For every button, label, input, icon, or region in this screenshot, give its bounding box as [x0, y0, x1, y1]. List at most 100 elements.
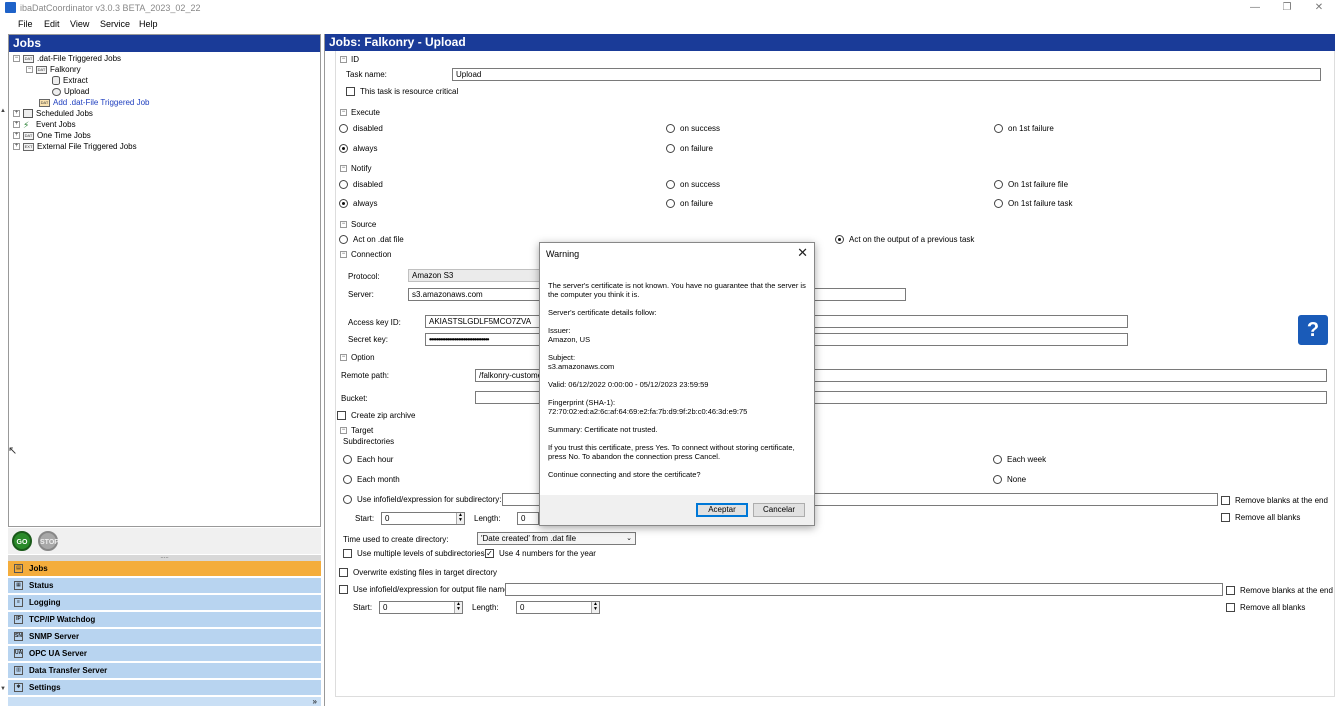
execute-always-radio[interactable]: always	[339, 144, 377, 153]
time-used-select[interactable]: 'Date created' from .dat file ⌄	[477, 532, 636, 545]
target-group-title[interactable]: − Target	[340, 426, 373, 435]
accept-button[interactable]: Aceptar	[696, 503, 748, 517]
menu-edit[interactable]: Edit	[44, 19, 60, 29]
act-on-dat-radio[interactable]: Act on .dat file	[339, 235, 404, 244]
notify-on-1st-failure-task-radio[interactable]: On 1st failure task	[994, 199, 1072, 208]
notify-on-1st-failure-file-radio[interactable]: On 1st failure file	[994, 180, 1068, 189]
checkbox-box[interactable]	[1221, 513, 1230, 522]
radio-dot[interactable]	[666, 124, 675, 133]
execute-disabled-radio[interactable]: disabled	[339, 124, 383, 133]
radio-dot[interactable]	[666, 199, 675, 208]
collapse-icon[interactable]: −	[340, 354, 347, 361]
checkbox-box[interactable]	[343, 549, 352, 558]
checkbox-box[interactable]	[337, 411, 346, 420]
cancel-button[interactable]: Cancelar	[753, 503, 805, 517]
radio-dot[interactable]	[993, 455, 1002, 464]
protocol-select[interactable]: Amazon S3	[408, 269, 540, 282]
use-infofield-output-checkbox[interactable]: Use infofield/expression for output file…	[339, 585, 511, 594]
go-button[interactable]: GO	[12, 531, 32, 551]
each-month-radio[interactable]: Each month	[343, 475, 400, 484]
menu-file[interactable]: File	[18, 19, 33, 29]
task-name-input[interactable]: Upload	[452, 68, 1321, 81]
nav-logging[interactable]: ≡ Logging	[8, 595, 321, 611]
tree-item-dat-triggered-jobs[interactable]: − DAT .dat-File Triggered Jobs	[13, 54, 121, 63]
each-hour-radio[interactable]: Each hour	[343, 455, 393, 464]
radio-dot[interactable]	[339, 235, 348, 244]
output-expression-input[interactable]	[505, 583, 1223, 596]
nav-more-button[interactable]: »	[8, 697, 321, 706]
connection-group-title[interactable]: − Connection	[340, 250, 391, 259]
execute-group-title[interactable]: − Execute	[340, 108, 380, 117]
nav-status[interactable]: ▦ Status	[8, 578, 321, 594]
help-button[interactable]: ?	[1298, 315, 1328, 345]
checkbox-box[interactable]	[339, 585, 348, 594]
nav-tcpip-watchdog[interactable]: IP TCP/IP Watchdog	[8, 612, 321, 628]
nav-data-transfer-server[interactable]: ▥ Data Transfer Server	[8, 663, 321, 679]
radio-dot[interactable]	[994, 199, 1003, 208]
collapse-icon[interactable]: −	[340, 221, 347, 228]
collapse-icon[interactable]: −	[340, 109, 347, 116]
id-group-title[interactable]: − ID	[340, 55, 359, 64]
nav-jobs[interactable]: ▤ Jobs	[8, 561, 321, 577]
spin-arrows-icon[interactable]: ▲ ▼	[454, 602, 462, 613]
collapse-icon[interactable]: −	[340, 427, 347, 434]
radio-dot[interactable]	[994, 124, 1003, 133]
zip-archive-checkbox[interactable]: Create zip archive	[337, 411, 415, 420]
source-group-title[interactable]: − Source	[340, 220, 376, 229]
remove-all-blanks-2-checkbox[interactable]: Remove all blanks	[1226, 603, 1305, 612]
notify-disabled-radio[interactable]: disabled	[339, 180, 383, 189]
radio-dot[interactable]	[666, 180, 675, 189]
menu-view[interactable]: View	[70, 19, 89, 29]
radio-dot[interactable]	[343, 455, 352, 464]
chevron-down-icon[interactable]: ⌄	[626, 533, 632, 544]
collapse-icon[interactable]: −	[340, 56, 347, 63]
radio-dot[interactable]	[343, 495, 352, 504]
dialog-close-icon[interactable]: ✕	[797, 245, 808, 261]
tree-item-upload[interactable]: Upload	[52, 87, 89, 96]
tree-item-event-jobs[interactable]: + ⚡ Event Jobs	[13, 120, 76, 129]
notify-group-title[interactable]: − Notify	[340, 164, 371, 173]
radio-dot[interactable]	[339, 124, 348, 133]
tree-item-add-job[interactable]: DAT Add .dat-File Triggered Job	[39, 98, 150, 107]
expand-icon[interactable]: +	[13, 110, 20, 117]
notify-on-success-radio[interactable]: on success	[666, 180, 720, 189]
expand-icon[interactable]: +	[13, 132, 20, 139]
none-radio[interactable]: None	[993, 475, 1026, 484]
start-input[interactable]: 0 ▲ ▼	[381, 512, 465, 525]
tree-label[interactable]: Add .dat-File Triggered Job	[53, 98, 150, 107]
radio-dot[interactable]	[993, 475, 1002, 484]
resource-critical-checkbox[interactable]: This task is resource critical	[346, 87, 458, 96]
stop-button[interactable]: STOP	[38, 531, 59, 551]
remove-blanks-end-checkbox[interactable]: Remove blanks at the end	[1221, 496, 1328, 505]
collapse-icon[interactable]: −	[26, 66, 33, 73]
tree-item-falkonry[interactable]: − DAT Falkonry	[26, 65, 81, 74]
checkbox-box[interactable]	[1221, 496, 1230, 505]
menu-service[interactable]: Service	[100, 19, 130, 29]
notify-on-failure-radio[interactable]: on failure	[666, 199, 713, 208]
menu-help[interactable]: Help	[139, 19, 158, 29]
execute-on-success-radio[interactable]: on success	[666, 124, 720, 133]
remove-blanks-end-2-checkbox[interactable]: Remove blanks at the end	[1226, 586, 1333, 595]
tree-item-external-jobs[interactable]: + EXT External File Triggered Jobs	[13, 142, 137, 151]
start-2-input[interactable]: 0 ▲ ▼	[379, 601, 463, 614]
checkbox-box[interactable]	[1226, 603, 1235, 612]
overwrite-checkbox[interactable]: Overwrite existing files in target direc…	[339, 568, 497, 577]
checkbox-box[interactable]	[1226, 586, 1235, 595]
radio-dot[interactable]	[994, 180, 1003, 189]
checkbox-box[interactable]: ✓	[485, 549, 494, 558]
use-infofield-subdir-radio[interactable]: Use infofield/expression for subdirector…	[343, 495, 502, 504]
radio-dot[interactable]	[343, 475, 352, 484]
minimize-button[interactable]: —	[1240, 1, 1270, 15]
nav-opc-ua-server[interactable]: UA OPC UA Server	[8, 646, 321, 662]
radio-dot[interactable]	[339, 199, 348, 208]
radio-dot[interactable]	[339, 180, 348, 189]
collapse-icon[interactable]: −	[340, 165, 347, 172]
act-on-output-radio[interactable]: Act on the output of a previous task	[835, 235, 974, 244]
length-input[interactable]: 0	[517, 512, 539, 525]
collapse-icon[interactable]: −	[340, 251, 347, 258]
radio-dot[interactable]	[666, 144, 675, 153]
collapse-icon[interactable]: −	[13, 55, 20, 62]
radio-dot[interactable]	[835, 235, 844, 244]
close-button[interactable]: ✕	[1304, 1, 1334, 15]
tree-item-extract[interactable]: Extract	[52, 76, 88, 85]
